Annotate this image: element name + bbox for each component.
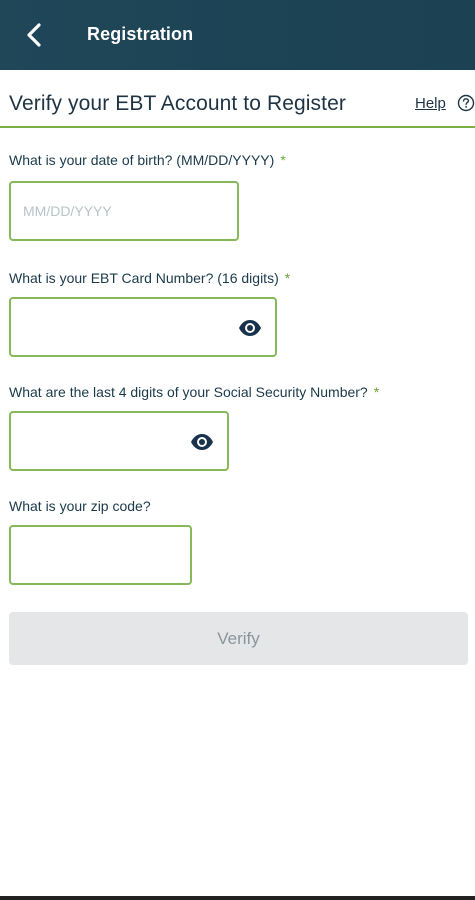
zip-input[interactable] xyxy=(11,527,190,583)
zip-field[interactable] xyxy=(9,525,192,585)
card-number-input[interactable] xyxy=(11,299,275,355)
dob-label: What is your date of birth? (MM/DD/YYYY)… xyxy=(9,152,286,168)
required-marker: * xyxy=(280,152,286,168)
card-number-label-text: What is your EBT Card Number? (16 digits… xyxy=(9,270,279,286)
app-header: Registration xyxy=(0,0,475,70)
help-link[interactable]: Help xyxy=(415,95,446,112)
dob-label-text: What is your date of birth? (MM/DD/YYYY) xyxy=(9,152,275,168)
eye-icon[interactable] xyxy=(237,315,263,341)
ssn-label: What are the last 4 digits of your Socia… xyxy=(9,384,379,400)
zip-label-text: What is your zip code? xyxy=(9,498,151,514)
header-title: Registration xyxy=(87,24,194,44)
dob-input[interactable] xyxy=(11,183,237,239)
screen-bottom-edge xyxy=(0,896,475,900)
dob-field[interactable] xyxy=(9,181,239,241)
card-number-field[interactable] xyxy=(9,297,277,357)
back-button[interactable] xyxy=(18,18,50,52)
eye-icon[interactable] xyxy=(189,429,215,455)
required-marker: * xyxy=(373,384,380,400)
required-marker: * xyxy=(284,270,291,286)
verify-button[interactable]: Verify xyxy=(9,612,468,665)
page-title-row: Verify your EBT Account to Register Help xyxy=(0,70,475,128)
card-number-label: What is your EBT Card Number? (16 digits… xyxy=(9,270,290,286)
ssn-field[interactable] xyxy=(9,411,229,471)
zip-label: What is your zip code? xyxy=(9,498,151,514)
chevron-left-icon xyxy=(27,23,41,47)
ssn-label-text: What are the last 4 digits of your Socia… xyxy=(9,384,368,400)
page-title: Verify your EBT Account to Register xyxy=(9,92,346,115)
question-circle-icon[interactable] xyxy=(457,94,475,112)
